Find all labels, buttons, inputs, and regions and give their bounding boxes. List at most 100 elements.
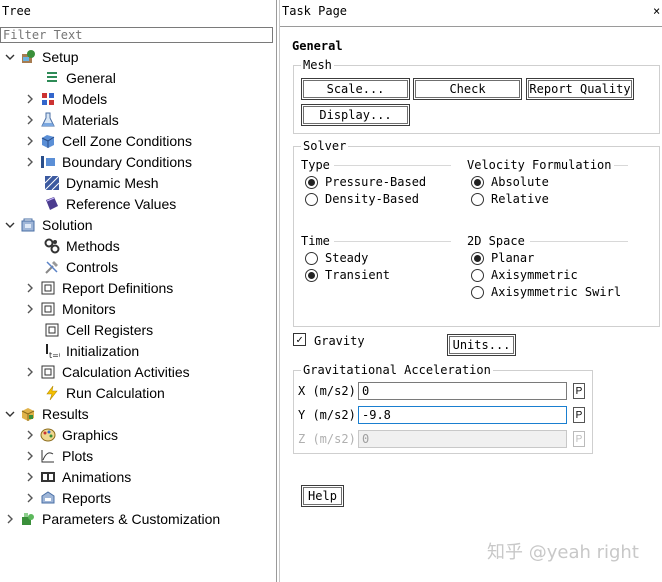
type-separator (334, 165, 451, 166)
tree-item-label: Parameters & Customization (42, 510, 221, 527)
tree-item-reports[interactable]: Reports (24, 487, 111, 508)
tree-item-graphics[interactable]: Graphics (24, 424, 118, 445)
y-acceleration-field[interactable]: -9.8 (358, 406, 567, 424)
tree-item-parameters-customization[interactable]: Parameters & Customization (4, 508, 220, 529)
check-button[interactable]: Check (413, 78, 522, 100)
tree-item-cell-registers[interactable]: Cell Registers (44, 319, 153, 340)
cell-zone-icon (40, 133, 56, 149)
radio-pressure-based[interactable]: Pressure-Based (305, 175, 426, 189)
tree-item-label: Reports (62, 489, 112, 506)
tree-item-report-definitions[interactable]: Report Definitions (24, 277, 173, 298)
radio-dot[interactable] (471, 285, 484, 299)
chevron-down-icon[interactable] (4, 51, 16, 63)
chevron-down-icon[interactable] (4, 219, 16, 231)
radio-axisymmetric-swirl[interactable]: Axisymmetric Swirl (471, 285, 621, 299)
tree-item-label: Cell Registers (66, 321, 154, 338)
radio-planar[interactable]: Planar (471, 251, 534, 265)
x-acceleration-field[interactable]: 0 (358, 382, 567, 400)
tree-item-general[interactable]: General (44, 67, 116, 88)
general-icon (44, 70, 60, 86)
tree-item-label: Reference Values (66, 195, 177, 212)
chevron-right-icon[interactable] (24, 492, 36, 504)
tree-item-label: Calculation Activities (62, 363, 190, 380)
radio-dot-selected[interactable] (471, 175, 484, 189)
tree-item-results[interactable]: Results (4, 403, 89, 424)
x-parameter-button[interactable]: P (573, 383, 585, 399)
tree-item-monitors[interactable]: Monitors (24, 298, 116, 319)
y-parameter-button[interactable]: P (573, 407, 585, 423)
close-icon[interactable]: × (653, 4, 660, 18)
display-button[interactable]: Display... (301, 104, 410, 126)
tree-item-models[interactable]: Models (24, 88, 107, 109)
gravity-checkbox[interactable]: ✓ (293, 333, 306, 346)
tree-item-setup[interactable]: Setup (4, 46, 79, 67)
scale-button[interactable]: Scale... (301, 78, 410, 100)
page-title: General (292, 39, 343, 53)
velocity-formulation-label: Velocity Formulation (467, 158, 612, 172)
solution-icon (20, 217, 36, 233)
z-parameter-button: P (573, 431, 585, 447)
radio-dot-selected[interactable] (305, 175, 318, 189)
radio-dot-selected[interactable] (471, 251, 484, 265)
tree-item-label: Monitors (62, 300, 116, 317)
tree-item-methods[interactable]: Methods (44, 235, 120, 256)
tree-item-label: Report Definitions (62, 279, 174, 296)
radio-absolute[interactable]: Absolute (471, 175, 549, 189)
chevron-right-icon[interactable] (4, 513, 16, 525)
x-label: X (m/s2) (298, 384, 356, 398)
svg-text:t=0: t=0 (49, 351, 60, 359)
tree-item-run-calculation[interactable]: Run Calculation (44, 382, 165, 403)
tree-item-initialization[interactable]: t=0 Initialization (44, 340, 139, 361)
chevron-right-icon[interactable] (24, 471, 36, 483)
units-button[interactable]: Units... (447, 334, 516, 356)
tree-item-boundary-conditions[interactable]: Boundary Conditions (24, 151, 192, 172)
tree-item-reference-values[interactable]: Reference Values (44, 193, 176, 214)
radio-dot[interactable] (471, 268, 484, 282)
radio-label: Steady (325, 251, 369, 265)
tree-filter-input[interactable] (0, 27, 273, 43)
tree-item-controls[interactable]: Controls (44, 256, 118, 277)
tree-item-animations[interactable]: Animations (24, 466, 131, 487)
report-quality-button[interactable]: Report Quality (526, 78, 634, 100)
radio-dot[interactable] (471, 192, 484, 206)
chevron-right-icon[interactable] (24, 93, 36, 105)
radio-dot[interactable] (305, 251, 318, 265)
chevron-right-icon[interactable] (24, 282, 36, 294)
results-icon (20, 406, 36, 422)
tree-item-calculation-activities[interactable]: Calculation Activities (24, 361, 190, 382)
tree-item-materials[interactable]: Materials (24, 109, 119, 130)
chevron-right-icon[interactable] (24, 135, 36, 147)
tree-item-label: Cell Zone Conditions (62, 132, 192, 149)
chevron-right-icon[interactable] (24, 303, 36, 315)
chevron-down-icon[interactable] (4, 408, 16, 420)
graphics-icon (40, 427, 56, 443)
tree-item-dynamic-mesh[interactable]: Dynamic Mesh (44, 172, 159, 193)
task-page-title: Task Page (282, 4, 348, 18)
velocity-separator (614, 165, 628, 166)
y-label: Y (m/s2) (298, 408, 356, 422)
radio-steady[interactable]: Steady (305, 251, 368, 265)
chevron-right-icon[interactable] (24, 156, 36, 168)
radio-dot-selected[interactable] (305, 268, 318, 282)
help-button[interactable]: Help (301, 485, 344, 507)
tree-item-cell-zone-conditions[interactable]: Cell Zone Conditions (24, 130, 192, 151)
chevron-right-icon[interactable] (24, 366, 36, 378)
chevron-right-icon[interactable] (24, 450, 36, 462)
radio-label: Density-Based (325, 192, 419, 206)
tree-item-solution[interactable]: Solution (4, 214, 93, 235)
tree-item-label: Boundary Conditions (62, 153, 192, 170)
chevron-right-icon[interactable] (24, 429, 36, 441)
panel-divider[interactable] (276, 0, 277, 582)
watermark: 知乎 @yeah right (487, 542, 639, 563)
radio-dot[interactable] (305, 192, 318, 206)
chevron-right-icon[interactable] (24, 114, 36, 126)
tree-item-plots[interactable]: Plots (24, 445, 93, 466)
radio-axisymmetric[interactable]: Axisymmetric (471, 268, 578, 282)
z-label: Z (m/s2) (298, 432, 356, 446)
2d-space-label: 2D Space (467, 234, 525, 248)
initialization-icon: t=0 (44, 343, 60, 359)
radio-density-based[interactable]: Density-Based (305, 192, 419, 206)
radio-relative[interactable]: Relative (471, 192, 549, 206)
radio-transient[interactable]: Transient (305, 268, 390, 282)
radio-label: Axisymmetric (491, 268, 578, 282)
